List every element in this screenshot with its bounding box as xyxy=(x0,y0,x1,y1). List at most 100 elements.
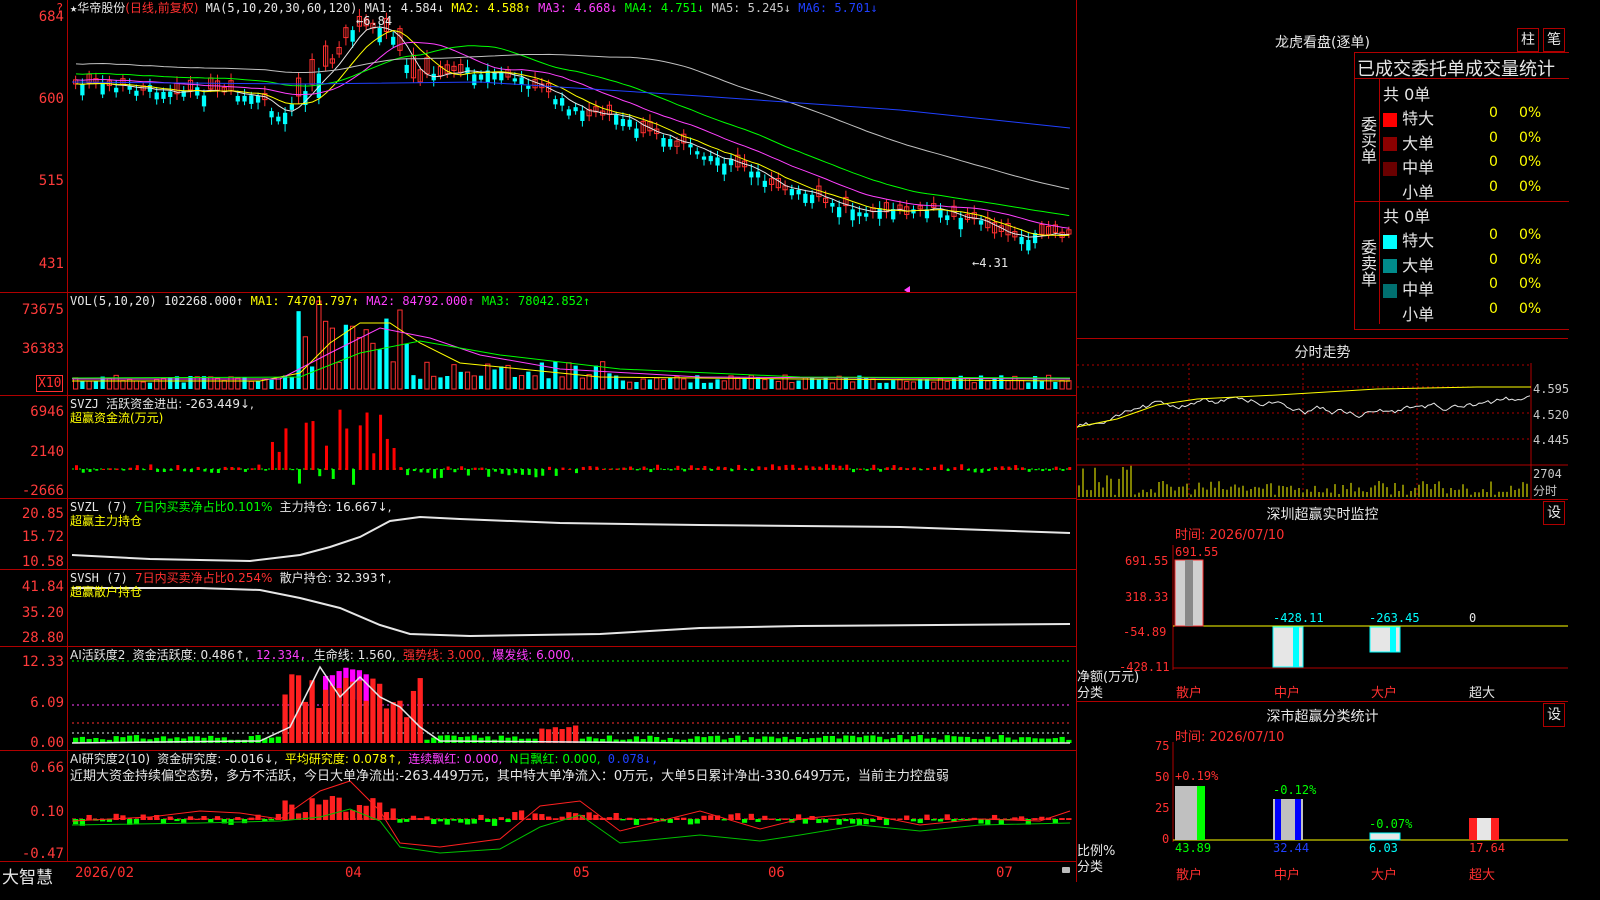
szm-bar-shade xyxy=(1185,560,1193,626)
svzj-ytick: 2140 xyxy=(30,444,64,460)
vol-bar-down xyxy=(1026,382,1031,389)
svzj-bar xyxy=(872,464,876,470)
candlestick-chart[interactable] xyxy=(0,0,1076,292)
sell-row-count: 0 xyxy=(1489,300,1498,317)
svzj-bar xyxy=(811,466,815,470)
buy-color-swatch xyxy=(1383,161,1397,176)
svzj-bar xyxy=(284,428,288,470)
svzj-bar xyxy=(162,469,166,472)
ai2-bar xyxy=(674,817,680,820)
vol-bar-up xyxy=(559,376,565,390)
ai2-bar xyxy=(471,819,477,824)
vol-bar-down xyxy=(418,378,423,389)
ai1-bar xyxy=(363,700,369,743)
vol-bar-down xyxy=(918,379,923,389)
svzj-bar xyxy=(649,469,653,473)
ai1-bar xyxy=(390,702,396,743)
period-label[interactable]: (日线,前复权) xyxy=(125,1,198,15)
vol-bar-down xyxy=(816,379,821,389)
svsh-panel[interactable]: 41.84 35.20 28.80 SVSH (7) 7日内买卖净占比0.254… xyxy=(0,570,1076,647)
sell-row-pct: 0% xyxy=(1519,251,1542,268)
szc-value: 6.03 xyxy=(1369,841,1398,855)
candle-down xyxy=(857,212,862,217)
lock-icon[interactable] xyxy=(1062,867,1070,873)
candle-down xyxy=(235,95,240,102)
buy-row: 大单 0 0% xyxy=(1383,130,1569,154)
svzj-bar xyxy=(399,467,403,470)
tick-mode-button[interactable]: 笔 xyxy=(1543,28,1565,52)
ai2-bar xyxy=(647,817,653,820)
buy-color-swatch xyxy=(1383,137,1397,151)
buy-row-label: 小单 xyxy=(1402,182,1435,202)
vol-bar-up xyxy=(390,361,396,390)
svsh-title-bar: SVSH (7) 7日内买卖净占比0.254% 散户持仓: 32.393↑, xyxy=(70,571,391,585)
ai2-bar xyxy=(539,814,545,820)
svzj-bar xyxy=(845,464,849,470)
volume-panel[interactable]: 73675 36383 X10 VOL(5,10,20) 102268.000↑… xyxy=(0,293,1076,396)
candle-down xyxy=(938,209,943,218)
indicator-line xyxy=(72,587,1071,638)
sell-row-pct: 0% xyxy=(1519,227,1542,243)
vol-bar-down xyxy=(951,377,957,389)
svzj-bar xyxy=(595,466,599,470)
ai-research-panel[interactable]: 0.66 0.10 -0.47 AI研究度2(10) 资金研究度: -0.016… xyxy=(0,751,1076,861)
ai2-bar xyxy=(187,816,194,820)
candle-down xyxy=(715,157,720,166)
ai1-bar xyxy=(964,736,971,743)
svzj-bar xyxy=(507,469,511,476)
ai-research-chart[interactable] xyxy=(0,751,1076,861)
date-tick: 04 xyxy=(345,865,362,881)
sz-class-panel[interactable]: 深市超赢分类统计 设 时间: 2026/07/10 75 50 25 0 比例%… xyxy=(1077,702,1568,883)
svzj-bar xyxy=(122,469,126,471)
vol-bar-up xyxy=(356,337,363,390)
vol-title: VOL(5,10,20) xyxy=(70,294,157,308)
svzj-panel[interactable]: 6946 2140 -2666 SVZJ 活跃资金进出: -263.449↓, … xyxy=(0,396,1076,499)
candle-down xyxy=(80,84,85,96)
vol-bar-down xyxy=(607,373,612,389)
svzl-panel[interactable]: 20.85 15.72 10.58 SVZL (7) 7日内买卖净占比0.101… xyxy=(0,499,1076,570)
svzj-bar xyxy=(372,453,376,470)
vol-bar-down xyxy=(593,365,599,389)
sz-class-chart[interactable] xyxy=(1077,702,1568,882)
intraday-chart[interactable] xyxy=(1077,339,1568,499)
ai-activity-panel[interactable]: 12.33 6.09 0.00 AI活跃度2 资金活跃度: 0.486↑, 12… xyxy=(0,647,1076,751)
volume-chart[interactable] xyxy=(0,293,1076,395)
candle-down xyxy=(566,109,571,116)
intraday-panel[interactable]: 分时走势 4.595 4.520 4.445 2704 分时 xyxy=(1077,339,1570,500)
candle-down xyxy=(755,171,761,178)
sz-monitor-panel[interactable]: 深圳超赢实时监控 设 时间: 2026/07/10 691.55 318.33 … xyxy=(1077,500,1568,702)
sell-color-swatch xyxy=(1383,234,1397,249)
svzj-bar xyxy=(129,467,133,470)
ai2-bar xyxy=(620,819,626,821)
ai-activity-chart[interactable] xyxy=(0,647,1076,750)
vol-bar-up xyxy=(566,362,572,390)
buy-row: 中单 0 0% xyxy=(1383,154,1569,178)
ai1-bar xyxy=(1018,737,1025,743)
ai1-bar xyxy=(552,727,558,743)
ai1-bar xyxy=(748,737,754,743)
svsh-ratio: 7日内买卖净占比0.254% xyxy=(135,571,273,585)
candle-down xyxy=(391,36,396,45)
candle-down xyxy=(573,107,578,112)
main-chart-panel[interactable]: 684 600 515 431 ? ★华帝股份(日线,前复权) MA(5,10,… xyxy=(0,0,1076,293)
svzl-ytick: 10.58 xyxy=(21,554,64,570)
ai2-bar xyxy=(775,819,781,821)
ai2-bar xyxy=(336,797,342,820)
svzj-bar xyxy=(554,469,558,476)
bar-mode-button[interactable]: 柱 xyxy=(1517,28,1539,52)
ai2-bar xyxy=(329,796,336,820)
ai1-strongline: 强势线: 3.000, xyxy=(403,648,486,662)
position-marker xyxy=(904,286,910,292)
vol-bar-up xyxy=(910,381,917,390)
svzj-bar xyxy=(933,466,937,470)
vol-bar-down xyxy=(438,377,443,389)
vol-bar-up xyxy=(829,382,836,390)
ai1-bar xyxy=(444,735,450,743)
vol-bar-down xyxy=(877,382,882,389)
vol-bar-down xyxy=(201,376,207,389)
ai2-bar xyxy=(944,814,950,820)
ai2-bar xyxy=(390,808,396,820)
svzj-bar xyxy=(662,469,666,471)
svzj-bar xyxy=(169,469,173,471)
intraday-ytick: 4.595 xyxy=(1533,382,1570,396)
